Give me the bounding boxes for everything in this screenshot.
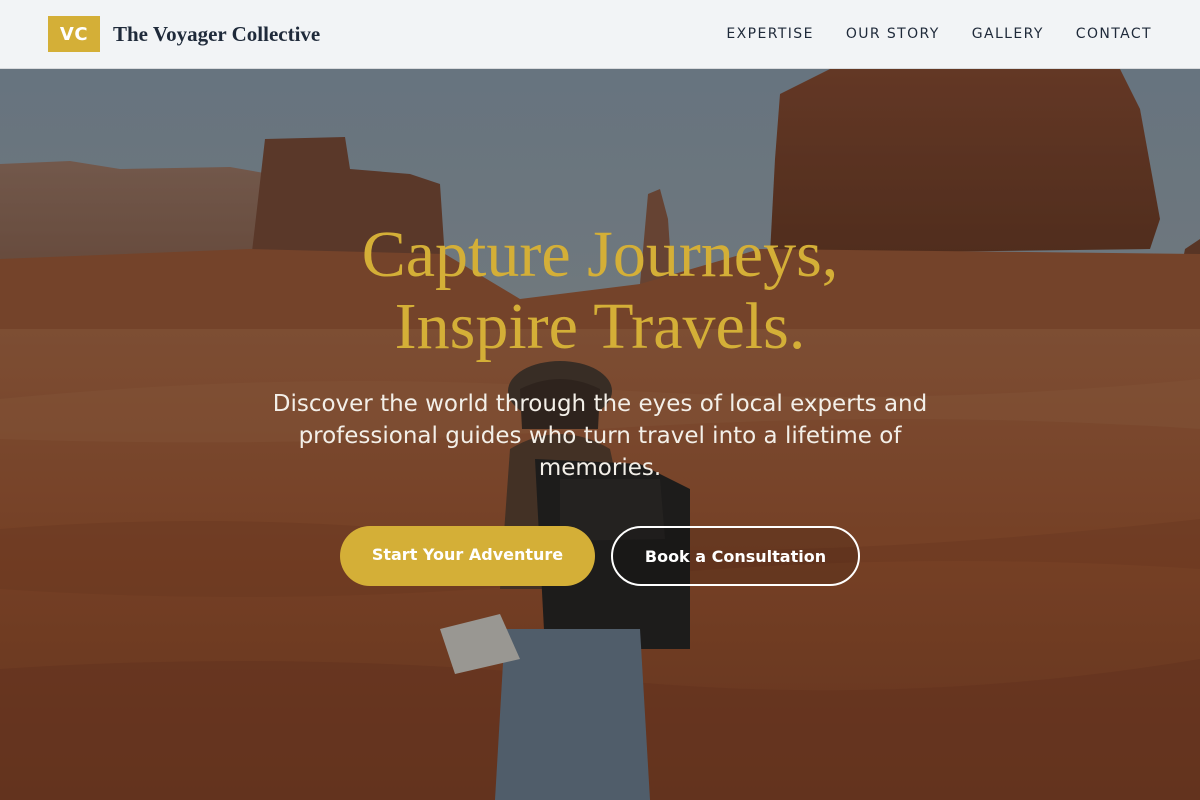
hero-headline: Capture Journeys, Inspire Travels. (362, 219, 839, 363)
hero-subheadline: Discover the world through the eyes of l… (272, 391, 928, 481)
hero-section: Capture Journeys, Inspire Travels. Disco… (0, 69, 1200, 800)
brand-name[interactable]: The Voyager Collective (113, 22, 320, 47)
main-nav: EXPERTISE OUR STORY GALLERY CONTACT (694, 26, 1152, 42)
hero-content: Capture Journeys, Inspire Travels. Disco… (0, 69, 1200, 800)
book-consultation-button[interactable]: Book a Consultation (611, 526, 860, 586)
nav-our-story[interactable]: OUR STORY (846, 26, 940, 42)
site-header: VC The Voyager Collective EXPERTISE OUR … (0, 0, 1200, 69)
start-adventure-button[interactable]: Start Your Adventure (340, 526, 595, 586)
headline-line-1: Capture Journeys, (361, 218, 839, 291)
nav-gallery[interactable]: GALLERY (972, 26, 1044, 42)
nav-expertise[interactable]: EXPERTISE (726, 26, 813, 42)
logo-mark[interactable]: VC (48, 16, 100, 52)
nav-contact[interactable]: CONTACT (1076, 26, 1152, 42)
headline-line-2: Inspire Travels. (394, 290, 806, 363)
cta-row: Start Your Adventure Book a Consultation (340, 526, 860, 586)
